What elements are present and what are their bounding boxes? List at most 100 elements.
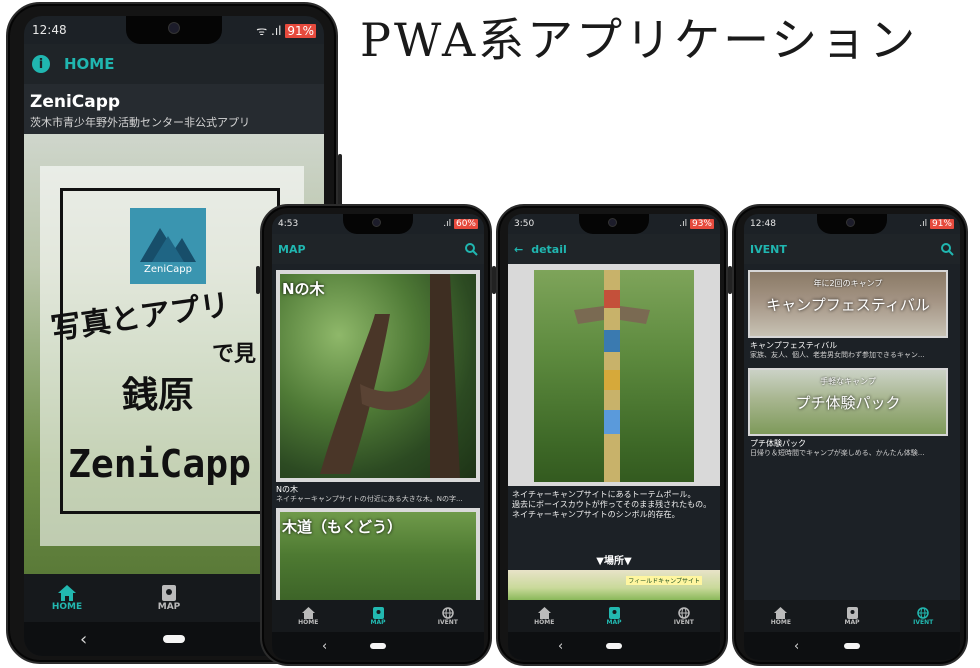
map-icon <box>608 606 620 619</box>
nav-home[interactable]: HOME <box>534 606 554 626</box>
status-time: 4:53 <box>278 219 299 229</box>
app-subtitle: 茨木市青少年野外活動センター非公式アプリ <box>30 116 250 129</box>
totem-pole-illustration <box>574 270 650 482</box>
back-button[interactable]: ‹ <box>794 639 799 654</box>
card-overlay-title: 木道（もくどう） <box>282 518 403 536</box>
nav-map-label: MAP <box>606 618 622 626</box>
volume-button <box>728 266 732 294</box>
page-title: MAP <box>278 242 306 256</box>
status-time: 12:48 <box>750 219 776 229</box>
back-button[interactable]: ‹ <box>322 639 327 654</box>
status-time: 12:48 <box>32 23 67 37</box>
info-icon[interactable]: i <box>32 55 50 73</box>
card-overlay-title: Nの木 <box>282 280 325 298</box>
home-pill-button[interactable] <box>370 643 386 649</box>
app-bar: IVENT <box>744 234 960 264</box>
camera-notch <box>343 214 413 234</box>
map-label: フィールドキャンプサイト <box>626 576 702 585</box>
app-bar: MAP <box>272 234 484 264</box>
hero-text-line-3: 銭原 <box>122 374 195 416</box>
event-card[interactable]: 年に2回のキャンプ キャンプフェスティバル キャンプフェスティバル 家族、友人、… <box>748 270 948 360</box>
place-list: Nの木 Nの木 ネイチャーキャンプサイトの付近にある大きな木。Nの字... 木道… <box>272 264 484 608</box>
detail-body: ネイチャーキャンプサイトにあるトーテムポール。 過去にボーイスカウトが作ってその… <box>508 264 720 600</box>
home-pill-button[interactable] <box>163 635 185 643</box>
nav-home-label: HOME <box>770 618 791 626</box>
home-pill-button[interactable] <box>606 643 622 649</box>
status-icons: .ıl 93% <box>679 219 714 229</box>
globe-icon <box>917 606 929 619</box>
status-icons: ᯤ .ıl 91% <box>256 23 316 38</box>
search-icon[interactable] <box>941 242 954 256</box>
phone-event: 12:48 .ıl 91% IVENT 年に2回のキャンプ キャンプフェスティバ… <box>728 204 968 666</box>
map-icon <box>372 606 384 619</box>
system-nav-bar: ‹ <box>508 632 720 660</box>
nav-ivent[interactable]: IVENT <box>913 606 934 626</box>
nav-map[interactable]: MAP <box>606 606 622 626</box>
nav-ivent[interactable]: IVENT <box>437 606 458 626</box>
system-nav-bar: ‹ <box>272 632 484 660</box>
map-icon <box>162 585 176 601</box>
battery-indicator: 93% <box>689 219 714 229</box>
place-card[interactable]: Nの木 Nの木 ネイチャーキャンプサイトの付近にある大きな木。Nの字... <box>276 270 480 503</box>
back-arrow-icon[interactable]: ← <box>514 243 523 256</box>
battery-indicator: 91% <box>929 219 954 229</box>
front-camera <box>608 218 617 227</box>
nav-home[interactable]: HOME <box>770 606 791 626</box>
nav-ivent-label: IVENT <box>913 618 934 626</box>
event-overlay-title: プチ体験パック <box>795 394 901 412</box>
front-camera <box>846 218 855 227</box>
detail-photo <box>534 270 694 482</box>
nav-map[interactable]: MAP <box>110 584 228 612</box>
back-button[interactable]: ‹ <box>80 629 87 650</box>
front-camera <box>168 22 180 34</box>
nav-ivent-label: IVENT <box>437 618 458 626</box>
photo-frame <box>508 264 720 486</box>
home-icon <box>537 606 551 619</box>
battery-indicator: 91% <box>285 23 316 38</box>
event-card[interactable]: 手軽なキャンプ プチ体験パック プチ体験パック 日帰り＆短時間でキャンプが楽しめ… <box>748 368 948 458</box>
nav-map-label: MAP <box>157 602 181 612</box>
card-image: Nの木 <box>280 274 476 478</box>
event-kicker: 年に2回のキャンプ <box>813 279 883 288</box>
system-nav-bar: ‹ <box>744 632 960 660</box>
logo-label: ZeniCapp <box>144 264 192 275</box>
page-title: HOME <box>64 55 115 73</box>
nav-map[interactable]: MAP <box>844 606 860 626</box>
bottom-nav: HOME MAP IVENT <box>744 600 960 632</box>
map-icon <box>846 606 858 619</box>
volume-button <box>492 266 496 294</box>
app-header: ZeniCapp 茨木市青少年野外活動センター非公式アプリ <box>24 84 324 134</box>
nav-map[interactable]: MAP <box>371 606 386 626</box>
event-image: 年に2回のキャンプ キャンプフェスティバル <box>748 270 948 338</box>
phone-detail: 3:50 .ıl 93% ← detail ネイチャーキャンプサイトにあるトーテ… <box>492 204 728 666</box>
event-description: 日帰り＆短時間でキャンプが楽しめる、かんたん体験... <box>750 449 925 457</box>
search-icon[interactable] <box>465 242 478 256</box>
back-button[interactable]: ‹ <box>558 639 563 654</box>
bottom-nav: HOME MAP IVENT <box>272 600 484 632</box>
app-bar: i HOME <box>24 44 324 84</box>
home-icon <box>58 585 76 601</box>
home-pill-button[interactable] <box>844 643 860 649</box>
place-card[interactable]: 木道（もくどう） <box>276 508 480 608</box>
nav-ivent[interactable]: IVENT <box>674 606 694 626</box>
nav-home[interactable]: HOME <box>298 606 318 626</box>
tree-illustration <box>320 274 460 478</box>
event-overlay-title: キャンプフェスティバル <box>766 296 930 314</box>
event-kicker: 手軽なキャンプ <box>820 377 876 386</box>
globe-icon <box>678 606 690 619</box>
nav-home[interactable]: HOME <box>24 584 110 612</box>
camera-notch <box>126 16 222 44</box>
card-description: ネイチャーキャンプサイトの付近にある大きな木。Nの字... <box>276 495 463 503</box>
app-bar: ← detail <box>508 234 720 264</box>
location-map: フィールドキャンプサイト <box>508 570 720 600</box>
event-screen: 12:48 .ıl 91% IVENT 年に2回のキャンプ キャンプフェスティバ… <box>744 214 960 660</box>
battery-indicator: 60% <box>453 219 478 229</box>
hero-text-line-2: で見 <box>212 341 257 367</box>
nav-map-label: MAP <box>844 618 860 626</box>
status-icons: .ıl 91% <box>919 219 954 229</box>
status-icons: .ıl 60% <box>443 219 478 229</box>
camera-notch <box>817 214 887 234</box>
front-camera <box>372 218 381 227</box>
globe-icon <box>442 606 454 619</box>
home-icon <box>774 606 788 619</box>
